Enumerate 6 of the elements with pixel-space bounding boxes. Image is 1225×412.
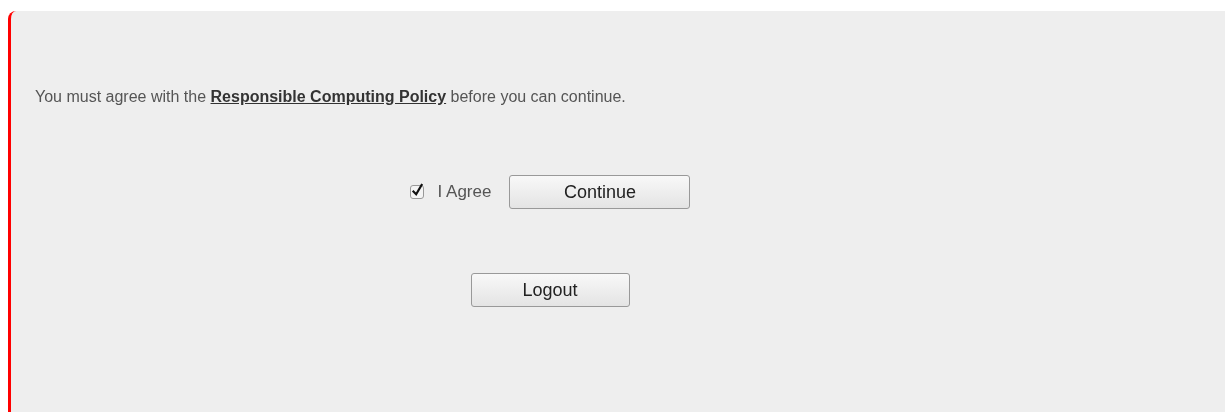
- policy-link[interactable]: Responsible Computing Policy: [210, 88, 447, 105]
- continue-button[interactable]: Continue: [509, 175, 691, 209]
- logout-button[interactable]: Logout: [470, 273, 630, 307]
- agree-checkbox[interactable]: [409, 185, 424, 199]
- agree-label: I Agree: [437, 181, 492, 204]
- policy-notice: You must agree with the Responsible Computing Policy before you can continue.: [35, 87, 627, 107]
